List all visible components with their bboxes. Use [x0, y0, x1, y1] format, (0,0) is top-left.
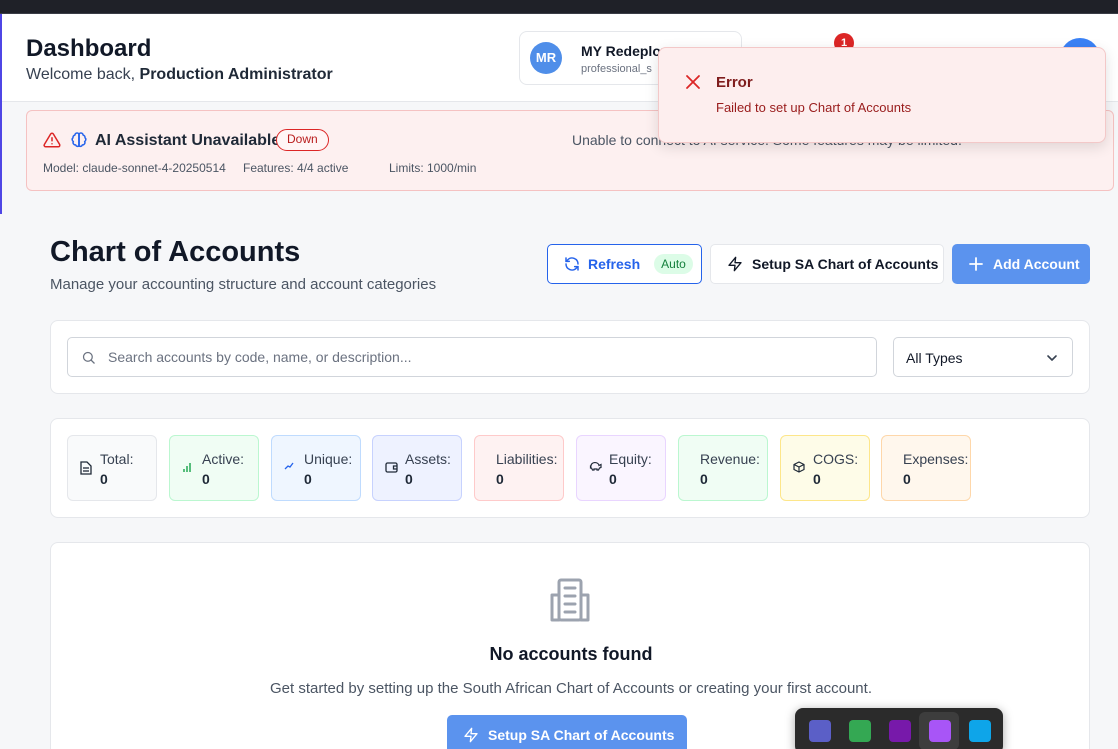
stat-unique: Unique: 0	[271, 435, 361, 501]
piggy-bank-icon	[589, 461, 602, 472]
page-header-title: Dashboard	[26, 35, 152, 62]
stat-equity: Equity: 0	[576, 435, 666, 501]
add-account-label: Add Account	[993, 256, 1080, 272]
lightning-icon	[727, 256, 743, 272]
welcome-prefix: Welcome back,	[26, 66, 140, 83]
account-type-select[interactable]: All Types	[893, 337, 1073, 377]
stat-label: Liabilities:	[496, 451, 558, 467]
empty-setup-label: Setup SA Chart of Accounts	[488, 727, 675, 743]
wallet-icon	[385, 461, 398, 473]
feather-pen-icon[interactable]	[929, 720, 951, 742]
refresh-label: Refresh	[588, 256, 641, 272]
stat-label: COGS:	[813, 451, 859, 467]
company-name: MY Redeploy	[581, 43, 669, 59]
stat-value: 0	[609, 471, 617, 487]
setup-label: Setup SA Chart of Accounts	[752, 256, 939, 272]
document-icon	[80, 461, 92, 475]
stat-total: Total: 0	[67, 435, 157, 501]
setup-sa-chart-button[interactable]: Setup SA Chart of Accounts	[710, 244, 944, 284]
building-icon	[547, 577, 593, 623]
add-account-button[interactable]: Add Account	[952, 244, 1090, 284]
type-select-value: All Types	[906, 350, 963, 366]
refresh-icon	[564, 256, 580, 272]
package-icon	[793, 461, 805, 473]
stat-label: Assets:	[405, 451, 451, 467]
ai-model-info: Model: claude-sonnet-4-20250514	[43, 161, 226, 175]
user-name: Production Administrator	[139, 66, 333, 83]
stat-label: Equity:	[609, 451, 652, 467]
plus-icon	[968, 256, 984, 272]
empty-setup-button[interactable]: Setup SA Chart of Accounts	[447, 715, 687, 749]
stat-cogs: COGS: 0	[780, 435, 870, 501]
stat-expenses: Expenses: 0	[881, 435, 971, 501]
stat-value: 0	[700, 471, 708, 487]
empty-state-message: Get started by setting up the South Afri…	[270, 680, 872, 697]
taskbar-flyout	[795, 708, 1003, 749]
ai-limits-info: Limits: 1000/min	[389, 161, 477, 175]
ai-features-info: Features: 4/4 active	[243, 161, 349, 175]
empty-state-title: No accounts found	[489, 644, 653, 664]
stat-label: Expenses:	[903, 451, 969, 467]
close-icon[interactable]	[685, 74, 701, 90]
account-stats-card: Total: 0 Active: 0 Unique: 0 Assets: 0 L…	[50, 418, 1090, 518]
page-subtitle: Manage your accounting structure and acc…	[50, 276, 437, 293]
toast-title: Error	[716, 74, 753, 91]
auto-badge: Auto	[654, 254, 693, 274]
stat-label: Revenue:	[700, 451, 760, 467]
stat-value: 0	[304, 471, 312, 487]
teams-icon[interactable]	[809, 720, 831, 742]
chevron-down-icon	[1046, 352, 1058, 364]
company-plan: professional_s	[581, 63, 652, 75]
onenote-icon[interactable]	[889, 720, 911, 742]
stat-value: 0	[100, 471, 108, 487]
stat-value: 0	[202, 471, 210, 487]
filter-card: All Types	[50, 320, 1090, 394]
ai-status-title: AI Assistant Unavailable	[95, 132, 281, 149]
toast-message: Failed to set up Chart of Accounts	[716, 100, 912, 115]
search-box	[67, 337, 877, 377]
page-title: Chart of Accounts	[50, 236, 301, 268]
error-toast: Error Failed to set up Chart of Accounts	[658, 47, 1106, 143]
stat-assets: Assets: 0	[372, 435, 462, 501]
stat-label: Unique:	[304, 451, 353, 467]
warning-icon	[43, 131, 61, 149]
trend-up-icon	[284, 461, 294, 471]
search-input[interactable]	[108, 338, 868, 376]
welcome-text: Welcome back, Production Administrator	[26, 66, 333, 84]
search-icon	[81, 350, 96, 365]
refresh-button[interactable]: Refresh Auto	[547, 244, 702, 284]
lightning-icon	[463, 727, 479, 743]
stat-revenue: Revenue: 0	[678, 435, 768, 501]
stat-label: Active:	[202, 451, 245, 467]
company-avatar: MR	[530, 42, 562, 74]
stat-value: 0	[903, 471, 911, 487]
stat-active: Active: 0	[169, 435, 259, 501]
status-badge: Down	[276, 129, 329, 151]
google-drive-icon[interactable]	[849, 720, 871, 742]
stat-value: 0	[496, 471, 504, 487]
window-title-strip	[0, 0, 1118, 14]
stat-label: Total:	[100, 451, 134, 467]
signal-bars-icon	[182, 461, 192, 473]
stat-liabilities: Liabilities: 0	[474, 435, 564, 501]
stat-value: 0	[405, 471, 413, 487]
brain-icon	[70, 131, 88, 149]
stat-value: 0	[813, 471, 821, 487]
window-app-icon[interactable]	[969, 720, 991, 742]
